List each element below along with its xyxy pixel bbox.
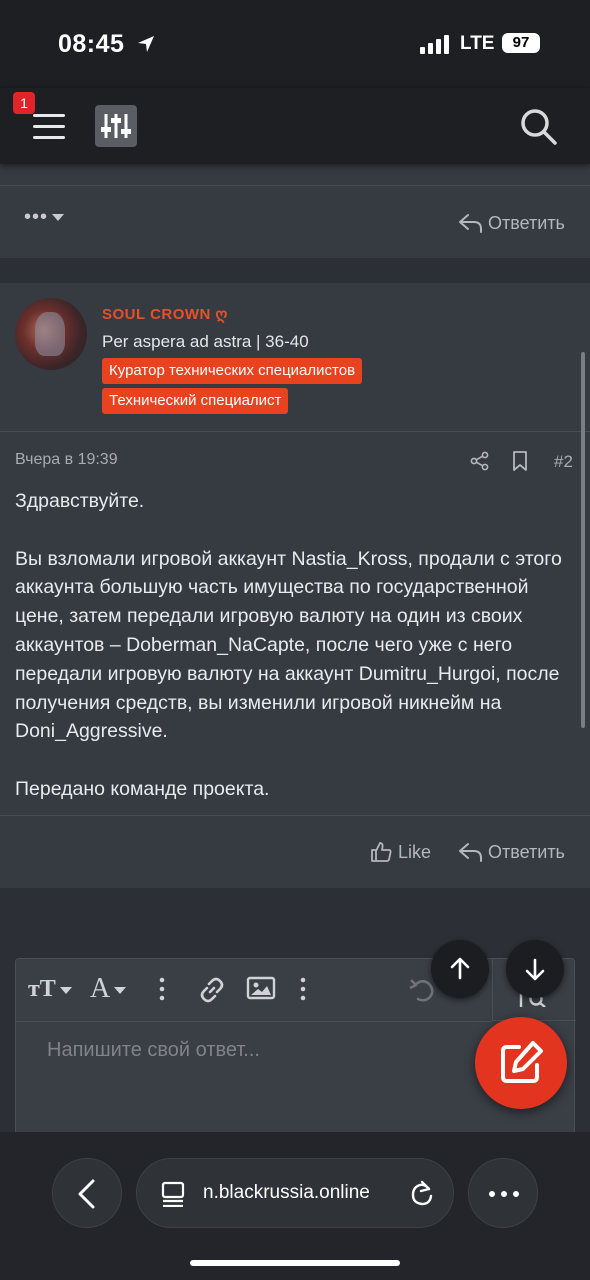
more-vertical-icon[interactable] — [158, 976, 166, 1002]
text-size-button[interactable]: тT — [28, 976, 72, 1003]
edit-icon — [501, 1041, 543, 1083]
like-button[interactable]: Like — [370, 841, 431, 863]
bookmark-icon[interactable] — [511, 451, 529, 471]
reply-label: Ответить — [488, 212, 565, 233]
scroll-to-top-button[interactable] — [431, 940, 489, 998]
link-icon[interactable] — [198, 976, 226, 1004]
cellular-signal-icon — [420, 35, 449, 54]
reply-label: Ответить — [488, 841, 565, 862]
font-family-button[interactable]: A — [90, 973, 127, 1005]
like-label: Like — [398, 841, 432, 862]
battery-indicator: 97 — [502, 33, 540, 53]
previous-post-footer: ••• Ответить — [0, 160, 590, 258]
sliders-icon — [101, 114, 131, 138]
reply-icon — [459, 843, 482, 862]
menu-line-icon — [33, 136, 65, 139]
arrow-up-icon — [450, 957, 470, 980]
post-paragraph: Вы взломали игровой аккаунт Nastia_Kross… — [15, 547, 562, 743]
hamburger-menu-button[interactable] — [30, 108, 70, 144]
back-button[interactable] — [52, 1158, 122, 1228]
arrow-down-icon — [525, 958, 545, 981]
menu-line-icon — [33, 125, 65, 128]
post-paragraph: Здравствуйте. — [15, 490, 145, 512]
divider — [16, 1021, 492, 1022]
thumbs-up-icon — [371, 842, 392, 862]
post-number-link[interactable]: #2 — [554, 452, 573, 472]
user-banner: Технический специалист — [102, 388, 289, 414]
chevron-down-icon — [52, 214, 65, 222]
app-header: 1 — [0, 88, 590, 164]
reply-icon — [459, 214, 482, 233]
chevron-down-icon — [59, 986, 72, 994]
image-icon[interactable] — [246, 976, 276, 1002]
page-scrollbar[interactable] — [581, 352, 585, 728]
user-title: Per aspera ad astra | 36-40 — [102, 332, 309, 351]
url-text: n.blackrussia.online — [203, 1182, 370, 1203]
location-arrow-icon — [138, 36, 154, 52]
share-icon[interactable] — [470, 451, 490, 471]
browser-toolbar: n.blackrussia.online — [0, 1132, 590, 1280]
more-vertical-icon[interactable] — [299, 976, 307, 1002]
divider — [0, 185, 590, 186]
search-icon[interactable] — [518, 106, 558, 146]
more-horizontal-icon — [489, 1191, 519, 1197]
divider — [0, 431, 590, 432]
reply-input[interactable]: Напишите свой ответ... — [47, 1039, 260, 1062]
post-date[interactable]: Вчера в 19:39 — [15, 451, 118, 469]
forum-post: SOUL CROWN ღ Per aspera ad astra | 36-40… — [0, 283, 590, 888]
reply-button[interactable]: Ответить — [458, 212, 565, 234]
network-type: LTE — [460, 33, 495, 54]
avatar[interactable] — [15, 298, 87, 370]
post-body: Здравствуйте. Вы взломали игровой аккаун… — [15, 487, 575, 833]
address-bar[interactable]: n.blackrussia.online — [136, 1158, 454, 1228]
divider — [0, 815, 590, 816]
more-actions-button[interactable]: ••• — [24, 206, 65, 229]
home-indicator[interactable] — [190, 1260, 400, 1266]
status-time: 08:45 — [58, 30, 125, 58]
reply-button[interactable]: Ответить — [458, 841, 565, 863]
post-paragraph: Передано команде проекта. — [15, 777, 270, 800]
notification-badge[interactable]: 1 — [13, 92, 35, 114]
chevron-left-icon — [78, 1179, 95, 1209]
user-banner: Куратор технических специалистов — [102, 358, 363, 384]
filter-settings-button[interactable] — [95, 105, 137, 147]
post-username[interactable]: SOUL CROWN ღ — [102, 305, 228, 323]
menu-line-icon — [33, 114, 65, 117]
status-bar: 08:45 LTE 97 — [0, 0, 590, 88]
reload-icon[interactable] — [409, 1180, 435, 1208]
page-menu-icon[interactable] — [161, 1181, 185, 1207]
compose-reply-button[interactable] — [475, 1017, 567, 1109]
scroll-to-bottom-button[interactable] — [506, 940, 564, 998]
chevron-down-icon — [114, 987, 127, 995]
browser-more-button[interactable] — [468, 1158, 538, 1228]
